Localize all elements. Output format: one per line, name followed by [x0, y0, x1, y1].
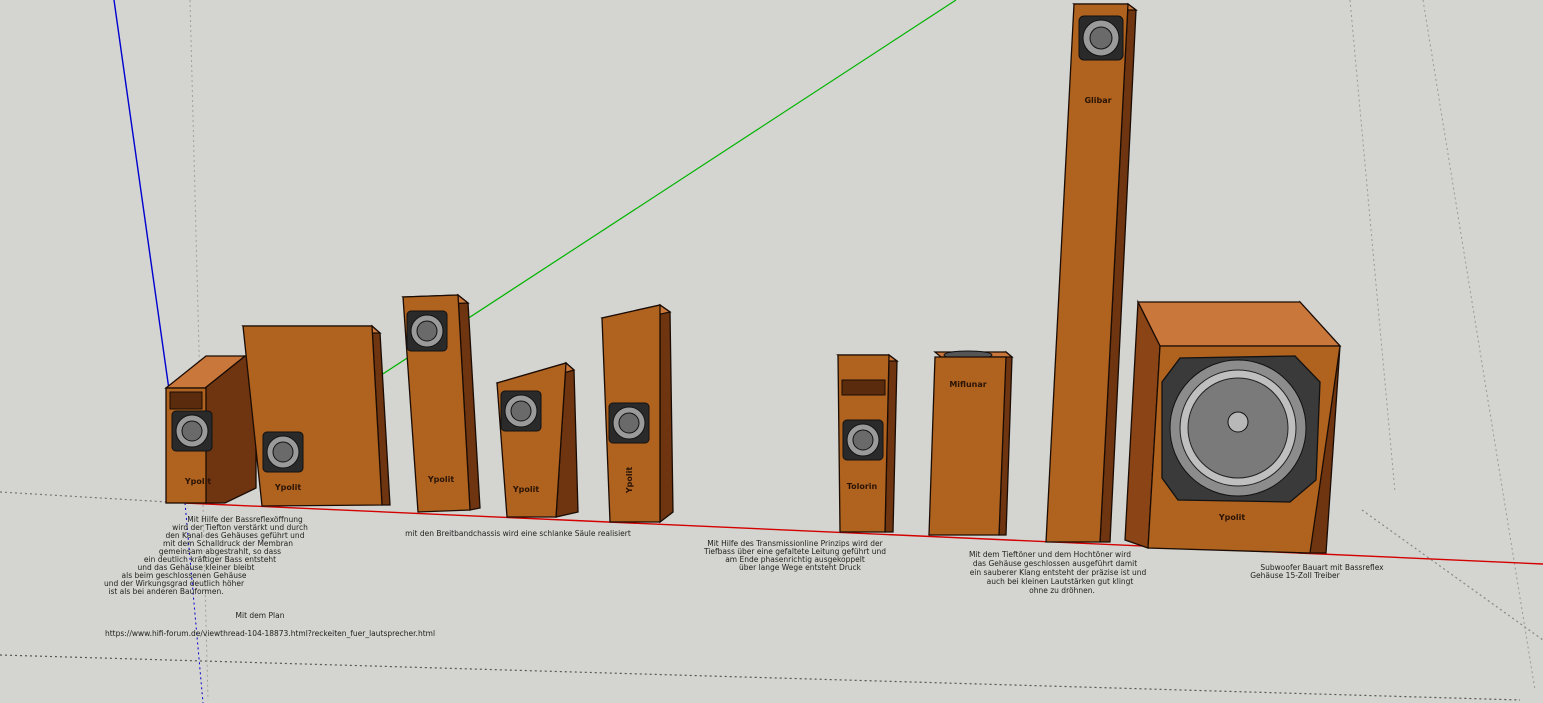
speaker-wordmark: Glibar: [1084, 96, 1111, 105]
note-line: Mit dem Tieftöner und dem Hochtöner wird: [969, 550, 1131, 559]
speaker-wordmark: Ypolit: [274, 483, 302, 492]
speaker-slim-tower-2[interactable]: Tolorin: [836, 353, 899, 533]
speaker-medium-tower[interactable]: Ypolit: [600, 303, 674, 524]
note-line: über lange Wege entsteht Druck: [739, 563, 862, 572]
note-line: ist als bei anderen Bauformen.: [108, 587, 223, 596]
woofer-icon: [608, 402, 650, 444]
speaker-wordmark: Tolorin: [847, 482, 878, 491]
floor-note-2: mit den Breitbandchassis wird eine schla…: [405, 529, 631, 538]
speaker-subwoofer[interactable]: Ypolit: [1124, 299, 1342, 554]
speaker-wordmark: Ypolit: [625, 467, 634, 495]
woofer-icon: [262, 431, 304, 473]
floor-note-1: Mit Hilfe der Bassreflexöffnung wird der…: [104, 515, 435, 638]
subwoofer-driver-icon: [1161, 355, 1321, 503]
speaker-wordmark: Miflunar: [949, 380, 986, 389]
speaker-compact-wide[interactable]: Ypolit: [241, 324, 391, 507]
woofer-icon: [1078, 15, 1124, 61]
speaker-small-monitor[interactable]: Ypolit: [495, 361, 579, 518]
note-line: das Gehäuse geschlossen ausgeführt damit: [973, 559, 1137, 568]
note-link: https://www.hifi-forum.de/viewthread-104…: [105, 629, 435, 638]
3d-model-viewport[interactable]: Ypolit Ypolit Ypolit Ypolit Ypolit Tolor…: [0, 0, 1543, 703]
note-line: ohne zu dröhnen.: [1029, 586, 1095, 595]
speaker-slim-tower-1[interactable]: Ypolit: [401, 293, 481, 513]
note-line: mit den Breitbandchassis wird eine schla…: [405, 529, 631, 538]
speaker-wordmark: Ypolit: [1218, 513, 1246, 522]
woofer-icon: [500, 390, 542, 432]
speaker-wordmark: Ypolit: [184, 477, 212, 486]
speaker-scene[interactable]: Ypolit Ypolit Ypolit Ypolit Ypolit Tolor…: [0, 0, 1543, 703]
speaker-tall-column[interactable]: Glibar: [1045, 2, 1138, 543]
note-line: auch bei kleinen Lautstärken gut klingt: [987, 577, 1134, 586]
note-line: Gehäuse 15-Zoll Treiber: [1250, 571, 1340, 580]
woofer-icon: [406, 310, 448, 352]
note-link-label: Mit dem Plan: [236, 611, 285, 620]
woofer-icon: [842, 419, 884, 461]
speaker-wordmark: Ypolit: [512, 485, 540, 494]
woofer-icon: [171, 410, 213, 452]
speaker-small-bookshelf[interactable]: Ypolit: [164, 355, 257, 504]
note-line: ein sauberer Klang entsteht der präzise …: [970, 568, 1147, 577]
floor-note-4: Mit dem Tieftöner und dem Hochtöner wird…: [969, 550, 1147, 595]
speaker-wordmark: Ypolit: [427, 475, 455, 484]
floor-note-3: Mit Hilfe des Transmissionline Prinzips …: [703, 539, 886, 572]
floor-note-5: Subwoofer Bauart mit Bassreflex Gehäuse …: [1250, 563, 1384, 580]
speaker-top-firing[interactable]: Miflunar: [928, 350, 1014, 536]
